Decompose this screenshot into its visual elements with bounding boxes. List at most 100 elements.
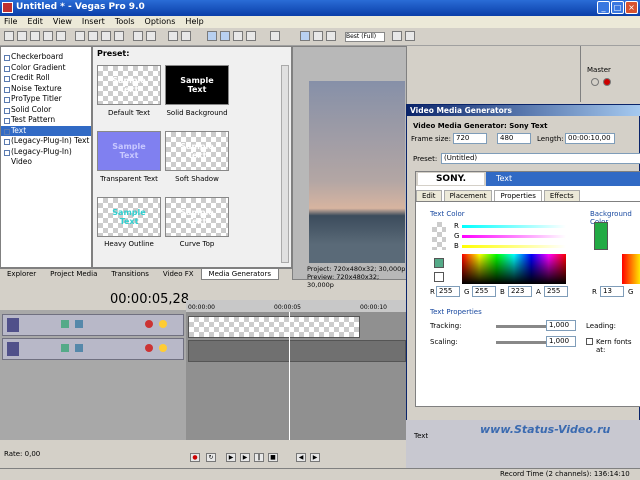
dialog-preset-select[interactable]: (Untitled) [441, 153, 640, 164]
preset-thumb[interactable]: Sample Text [97, 197, 161, 237]
bg-color-swatch[interactable] [594, 222, 608, 250]
tab-transitions[interactable]: Transitions [104, 269, 156, 280]
red-slider[interactable] [462, 225, 566, 228]
tree-item[interactable]: Test Pattern [1, 115, 91, 126]
auto-ripple-icon[interactable] [233, 31, 243, 41]
tree-item[interactable]: (Legacy-Plug-In) Text [1, 136, 91, 147]
text-event[interactable] [188, 316, 360, 338]
green-value-input[interactable]: 255 [472, 286, 496, 297]
menu-options[interactable]: Options [145, 16, 176, 28]
tree-item[interactable]: Checkerboard [1, 52, 91, 63]
record-button[interactable]: ● [190, 453, 200, 462]
prev-button[interactable]: ◀ [296, 453, 306, 462]
help-icon[interactable] [270, 31, 280, 41]
lock-envelopes-icon[interactable] [246, 31, 256, 41]
tree-item[interactable]: Color Gradient [1, 63, 91, 74]
text-color-swatch[interactable] [432, 222, 446, 250]
track-fx-icon[interactable] [61, 344, 69, 352]
delete-icon[interactable] [114, 31, 124, 41]
pause-button[interactable]: ‖ [254, 453, 264, 462]
solo-icon[interactable] [159, 320, 167, 328]
tree-item[interactable]: ProType Titler [1, 94, 91, 105]
tab-explorer[interactable]: Explorer [0, 269, 43, 280]
next-button[interactable]: ▶ [310, 453, 320, 462]
menu-file[interactable]: File [4, 16, 17, 28]
preset-thumb[interactable]: Sample Text [97, 65, 161, 105]
loop-button[interactable]: ↻ [206, 453, 216, 462]
render-icon[interactable] [43, 31, 53, 41]
maximize-button[interactable]: □ [611, 1, 624, 14]
alpha-value-input[interactable]: 255 [544, 286, 568, 297]
menu-edit[interactable]: Edit [27, 16, 43, 28]
tab-media-generators[interactable]: Media Generators [200, 269, 279, 280]
tree-item[interactable]: Noise Texture [1, 84, 91, 95]
eyedropper-icon[interactable] [434, 272, 444, 282]
auto-crossfade-icon[interactable] [220, 31, 230, 41]
overlays-icon[interactable] [392, 31, 402, 41]
solo-icon[interactable] [159, 344, 167, 352]
bg-color-spectrum[interactable] [622, 254, 640, 284]
tree-item-selected[interactable]: Text [1, 125, 91, 136]
tab-properties[interactable]: Properties [494, 190, 542, 201]
tree-item[interactable]: (Legacy-Plug-In) Video [1, 147, 91, 166]
tab-effects[interactable]: Effects [543, 190, 580, 201]
stop-button[interactable]: ■ [268, 453, 278, 462]
envelope-tool-icon[interactable] [181, 31, 191, 41]
snap-icon[interactable] [207, 31, 217, 41]
menu-tools[interactable]: Tools [115, 16, 135, 28]
track-motion-icon[interactable] [75, 320, 83, 328]
scaling-input[interactable]: 1,000 [546, 336, 576, 347]
open-icon[interactable] [17, 31, 27, 41]
menu-help[interactable]: Help [185, 16, 203, 28]
scaling-slider[interactable] [496, 341, 546, 344]
edit-tool-icon[interactable] [168, 31, 178, 41]
color-mode-icon[interactable] [434, 258, 444, 268]
copy-icon[interactable] [88, 31, 98, 41]
tracking-input[interactable]: 1,000 [546, 320, 576, 331]
quality-select[interactable]: Best (Full) [345, 32, 385, 42]
tree-item[interactable]: Solid Color [1, 105, 91, 116]
blue-slider[interactable] [462, 245, 566, 248]
track-fx-icon[interactable] [61, 320, 69, 328]
tab-placement[interactable]: Placement [443, 190, 493, 201]
mute-icon[interactable] [145, 320, 153, 328]
play-from-start-button[interactable]: ▶ [240, 453, 250, 462]
video-event[interactable] [188, 340, 406, 362]
frame-width-input[interactable]: 720 [453, 133, 487, 144]
external-monitor-icon[interactable] [313, 31, 323, 41]
close-button[interactable]: × [625, 1, 638, 14]
snapshot-icon[interactable] [405, 31, 415, 41]
preview-props-icon[interactable] [300, 31, 310, 41]
color-spectrum[interactable] [462, 254, 566, 284]
blue-value-input[interactable]: 223 [508, 286, 532, 297]
undo-icon[interactable] [133, 31, 143, 41]
new-icon[interactable] [4, 31, 14, 41]
mute-icon[interactable] [145, 344, 153, 352]
playhead[interactable] [289, 312, 290, 440]
play-button[interactable]: ▶ [226, 453, 236, 462]
track-header-video[interactable] [2, 338, 184, 360]
track-motion-icon[interactable] [75, 344, 83, 352]
frame-height-input[interactable]: 480 [497, 133, 531, 144]
track-header-video[interactable] [2, 314, 184, 336]
fx-icon[interactable] [591, 78, 599, 86]
red-value-input[interactable]: 255 [436, 286, 460, 297]
fx-icon[interactable] [326, 31, 336, 41]
preset-thumb[interactable]: Sample Text [97, 131, 161, 171]
menu-insert[interactable]: Insert [82, 16, 105, 28]
paste-icon[interactable] [101, 31, 111, 41]
preset-scrollbar[interactable] [281, 65, 289, 263]
properties-icon[interactable] [56, 31, 66, 41]
redo-icon[interactable] [146, 31, 156, 41]
menu-view[interactable]: View [53, 16, 72, 28]
cut-icon[interactable] [75, 31, 85, 41]
tab-edit[interactable]: Edit [416, 190, 442, 201]
length-input[interactable]: 00:00:10,00 [565, 133, 615, 144]
bg-red-value-input[interactable]: 13 [600, 286, 624, 297]
preset-thumb[interactable]: Sample Text [165, 131, 229, 171]
green-slider[interactable] [462, 235, 566, 238]
tab-video-fx[interactable]: Video FX [156, 269, 201, 280]
save-icon[interactable] [30, 31, 40, 41]
mute-icon[interactable] [603, 78, 611, 86]
preset-thumb[interactable]: Sample Text [165, 197, 229, 237]
